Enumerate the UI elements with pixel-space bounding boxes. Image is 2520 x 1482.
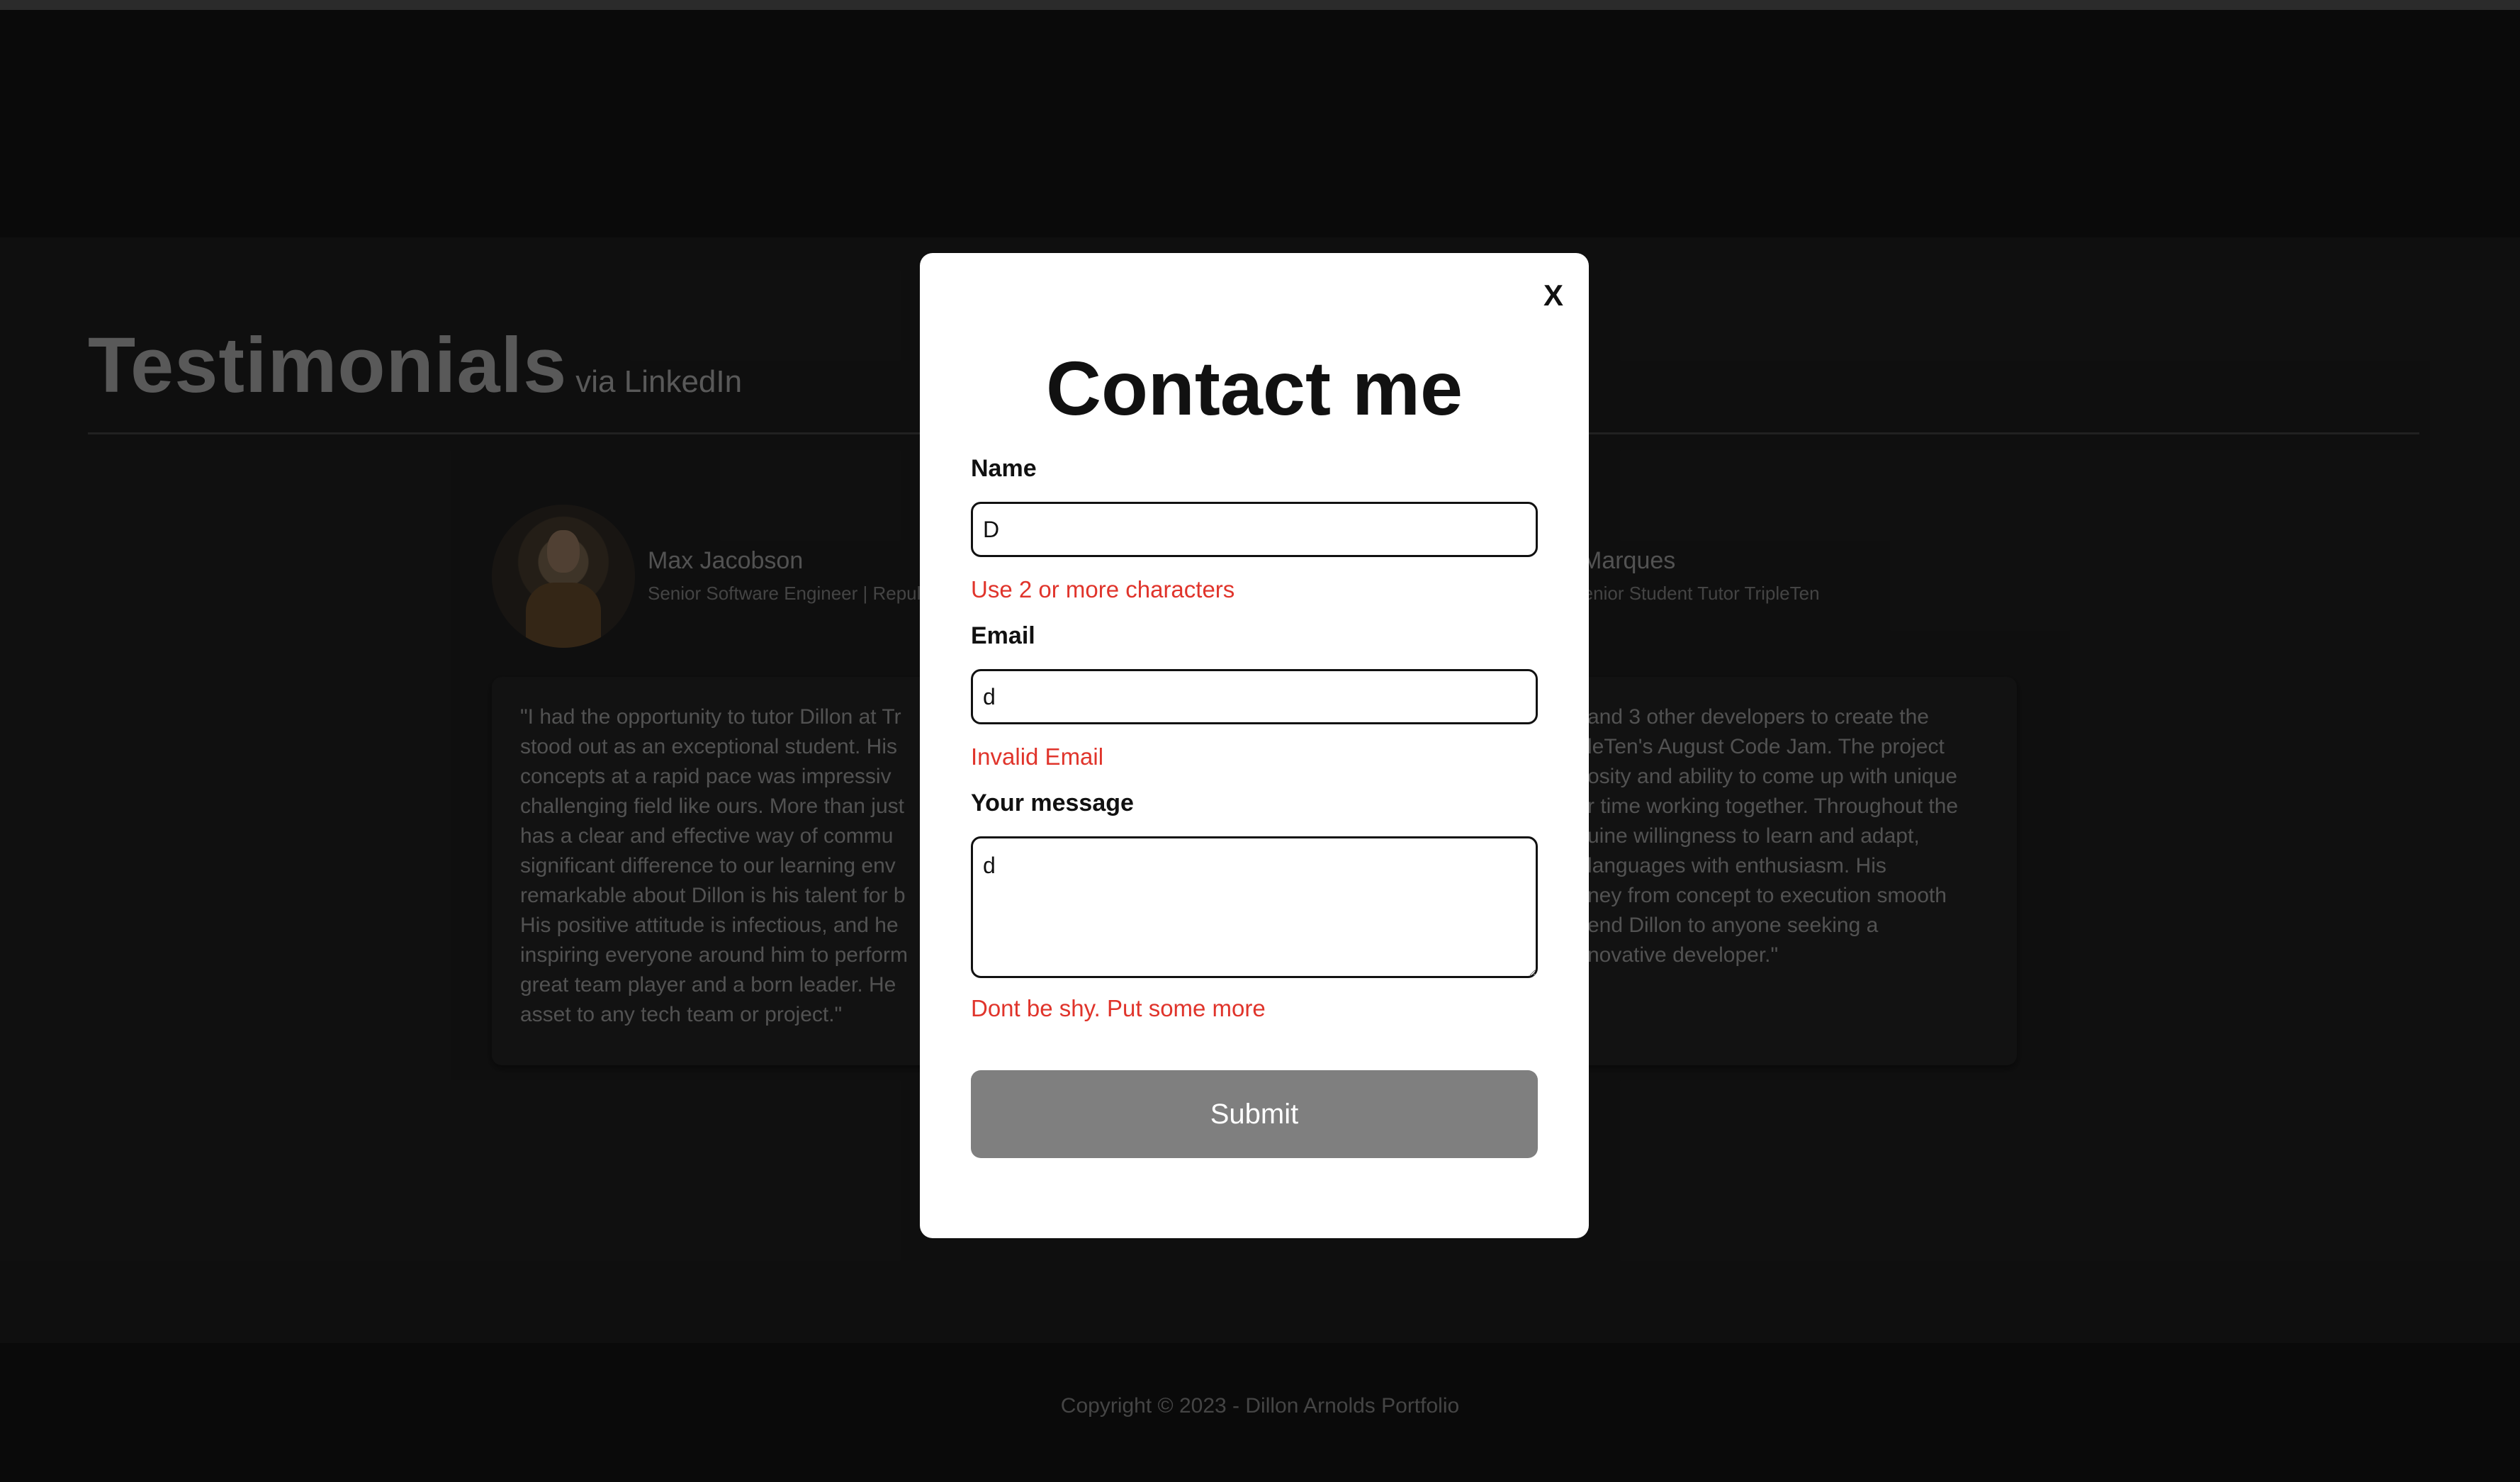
- modal-title: Contact me: [1045, 345, 1463, 431]
- message-error: Dont be shy. Put some more: [971, 995, 1266, 1021]
- name-error: Use 2 or more characters: [971, 576, 1235, 602]
- email-error: Invalid Email: [971, 743, 1104, 770]
- name-label: Name: [971, 455, 1037, 482]
- close-button[interactable]: X: [1534, 274, 1573, 317]
- email-input[interactable]: [971, 669, 1538, 724]
- name-input[interactable]: [971, 502, 1538, 557]
- message-label: Your message: [971, 790, 1134, 816]
- submit-button[interactable]: Submit: [971, 1070, 1538, 1158]
- message-textarea[interactable]: d: [971, 836, 1538, 978]
- contact-modal: X Contact me Name Use 2 or more characte…: [920, 253, 1589, 1238]
- email-label: Email: [971, 622, 1035, 649]
